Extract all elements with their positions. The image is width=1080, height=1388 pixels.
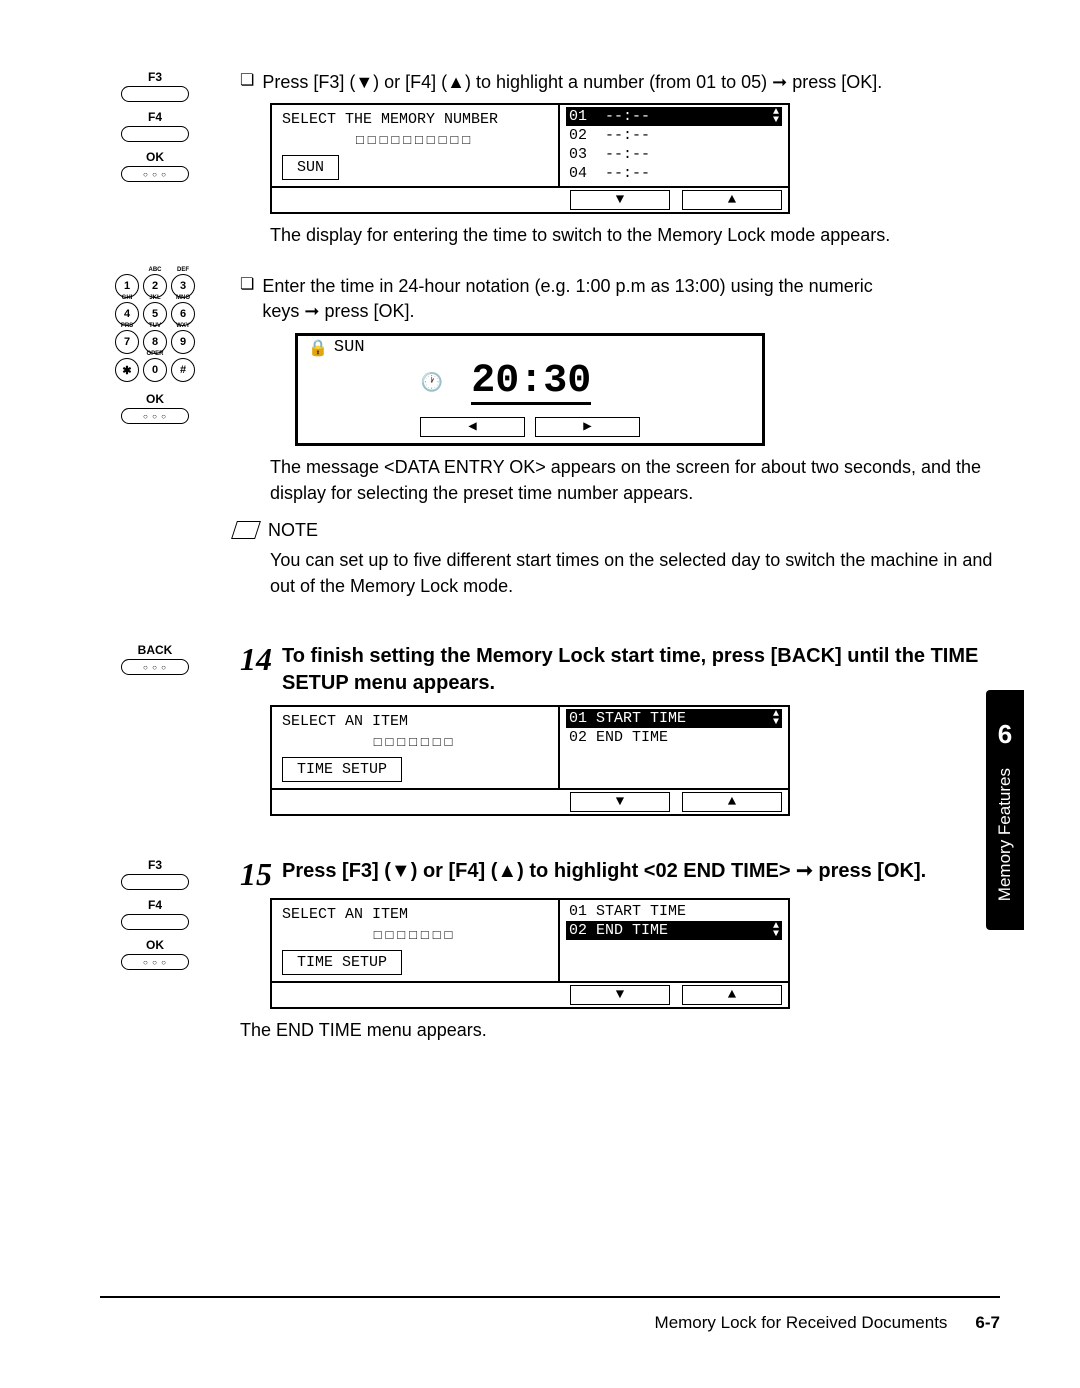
note-icon xyxy=(231,521,261,539)
bullet-square-icon-2: ❏ xyxy=(240,274,254,324)
lcd-memory-number: SELECT THE MEMORY NUMBER □□□□□□□□□□ SUN … xyxy=(270,103,790,214)
chapter-number: 6 xyxy=(998,719,1012,750)
key-hash[interactable]: # xyxy=(171,358,195,382)
lcdD-title: SELECT AN ITEM xyxy=(282,906,548,923)
lcdD-item-0: 01 START TIME xyxy=(566,902,782,921)
lcdB-right-button: ▶ xyxy=(535,417,640,437)
lcdC-item-0: 01 START TIME▲▼ xyxy=(566,709,782,728)
f3-pill-2 xyxy=(121,874,189,890)
f4-label-2: F4 xyxy=(121,898,189,912)
desc-a: The display for entering the time to swi… xyxy=(270,222,1000,248)
step-14-text: To finish setting the Memory Lock start … xyxy=(282,643,1000,697)
lcdD-list: 01 START TIME 02 END TIME▲▼ xyxy=(558,900,788,981)
f4-key[interactable]: F4 xyxy=(121,110,189,142)
ok-key-3[interactable]: OK xyxy=(121,938,189,970)
lcdD-up-button: ▲ xyxy=(682,985,782,1005)
note-label: NOTE xyxy=(268,520,318,541)
lcdA-item-3: 04 --:-- xyxy=(566,164,782,183)
lcdC-up-button: ▲ xyxy=(682,792,782,812)
lcdA-item-2: 03 --:-- xyxy=(566,145,782,164)
lcdC-title: SELECT AN ITEM xyxy=(282,713,548,730)
f3-key-2[interactable]: F3 xyxy=(121,858,189,890)
ok-label: OK xyxy=(121,150,189,164)
back-key[interactable]: BACK xyxy=(121,643,189,675)
lcdD-box: TIME SETUP xyxy=(282,950,402,975)
lcdC-box: TIME SETUP xyxy=(282,757,402,782)
bullet-1-text: Press [F3] (▼) or [F4] (▲) to highlight … xyxy=(262,70,882,95)
bullet-square-icon: ❏ xyxy=(240,70,254,95)
back-pill xyxy=(121,659,189,675)
step-14-number: 14 xyxy=(240,643,272,675)
desc-d: The END TIME menu appears. xyxy=(240,1017,1000,1043)
ok-pill-3 xyxy=(121,954,189,970)
key-0[interactable]: OPER0 xyxy=(143,358,167,382)
key-7[interactable]: PRS7 xyxy=(115,330,139,354)
note-heading: NOTE xyxy=(234,520,1000,541)
chapter-tab: 6 Memory Features xyxy=(986,690,1024,930)
bullet-2: ❏ Enter the time in 24-hour notation (e.… xyxy=(240,274,1000,324)
key-star[interactable]: ✱ xyxy=(115,358,139,382)
numeric-keypad[interactable]: 1 ABC2 DEF3 GHI4 JKL5 MNO6 PRS7 TUV8 WXY… xyxy=(105,274,205,382)
chapter-title: Memory Features xyxy=(995,768,1015,901)
clock-icon: 🕐 xyxy=(421,372,443,394)
lcdA-list: 01 --:--▲▼ 02 --:-- 03 --:-- 04 --:-- xyxy=(558,105,788,186)
ok-pill xyxy=(121,166,189,182)
lcdD-item-1: 02 END TIME▲▼ xyxy=(566,921,782,940)
f4-pill-2 xyxy=(121,914,189,930)
f3-key[interactable]: F3 xyxy=(121,70,189,102)
footer-text: Memory Lock for Received Documents xyxy=(655,1313,948,1333)
lcdD-dots: □□□□□□□ xyxy=(282,928,548,943)
lcdA-item-0: 01 --:--▲▼ xyxy=(566,107,782,126)
lcdA-down-button: ▼ xyxy=(570,190,670,210)
lcdA-dots: □□□□□□□□□□ xyxy=(282,133,548,148)
lcd-time-setup-1: SELECT AN ITEM □□□□□□□ TIME SETUP 01 STA… xyxy=(270,705,790,816)
ok-key-2[interactable]: OK xyxy=(121,392,189,424)
f3-pill xyxy=(121,86,189,102)
desc-b: The message <DATA ENTRY OK> appears on t… xyxy=(270,454,1000,506)
lcdD-down-button: ▼ xyxy=(570,985,670,1005)
ok-key[interactable]: OK xyxy=(121,150,189,182)
lcdB-time: 20:30 xyxy=(471,362,591,405)
bullet-1: ❏ Press [F3] (▼) or [F4] (▲) to highligh… xyxy=(240,70,1000,95)
lcdB-title: SUN xyxy=(334,338,365,357)
lcdC-dots: □□□□□□□ xyxy=(282,735,548,750)
ok-label-3: OK xyxy=(121,938,189,952)
footer-divider xyxy=(100,1296,1000,1298)
ok-pill-2 xyxy=(121,408,189,424)
lcdA-up-button: ▲ xyxy=(682,190,782,210)
page-number: 6-7 xyxy=(975,1313,1000,1333)
step-15-number: 15 xyxy=(240,858,272,890)
f4-pill xyxy=(121,126,189,142)
page-footer: Memory Lock for Received Documents 6-7 xyxy=(655,1313,1000,1333)
lcdC-item-1: 02 END TIME xyxy=(566,728,782,747)
ok-label-2: OK xyxy=(121,392,189,406)
lcdC-list: 01 START TIME▲▼ 02 END TIME xyxy=(558,707,788,788)
f3-label-2: F3 xyxy=(121,858,189,872)
lcdB-left-button: ◀ xyxy=(420,417,525,437)
f4-label: F4 xyxy=(121,110,189,124)
lcdA-box: SUN xyxy=(282,155,339,180)
lcdC-down-button: ▼ xyxy=(570,792,670,812)
lcd-time-entry: 🔒 SUN 🕐 20:30 ◀ ▶ xyxy=(295,333,765,446)
f3-label: F3 xyxy=(121,70,189,84)
note-text: You can set up to five different start t… xyxy=(270,547,1000,599)
f4-key-2[interactable]: F4 xyxy=(121,898,189,930)
back-label: BACK xyxy=(121,643,189,657)
step-15-text: Press [F3] (▼) or [F4] (▲) to highlight … xyxy=(282,858,926,885)
key-9[interactable]: WXY9 xyxy=(171,330,195,354)
lock-icon: 🔒 xyxy=(308,338,328,358)
bullet-2-text: Enter the time in 24-hour notation (e.g.… xyxy=(262,274,872,324)
lcdA-item-1: 02 --:-- xyxy=(566,126,782,145)
lcdA-title: SELECT THE MEMORY NUMBER xyxy=(282,111,548,128)
lcd-time-setup-2: SELECT AN ITEM □□□□□□□ TIME SETUP 01 STA… xyxy=(270,898,790,1009)
